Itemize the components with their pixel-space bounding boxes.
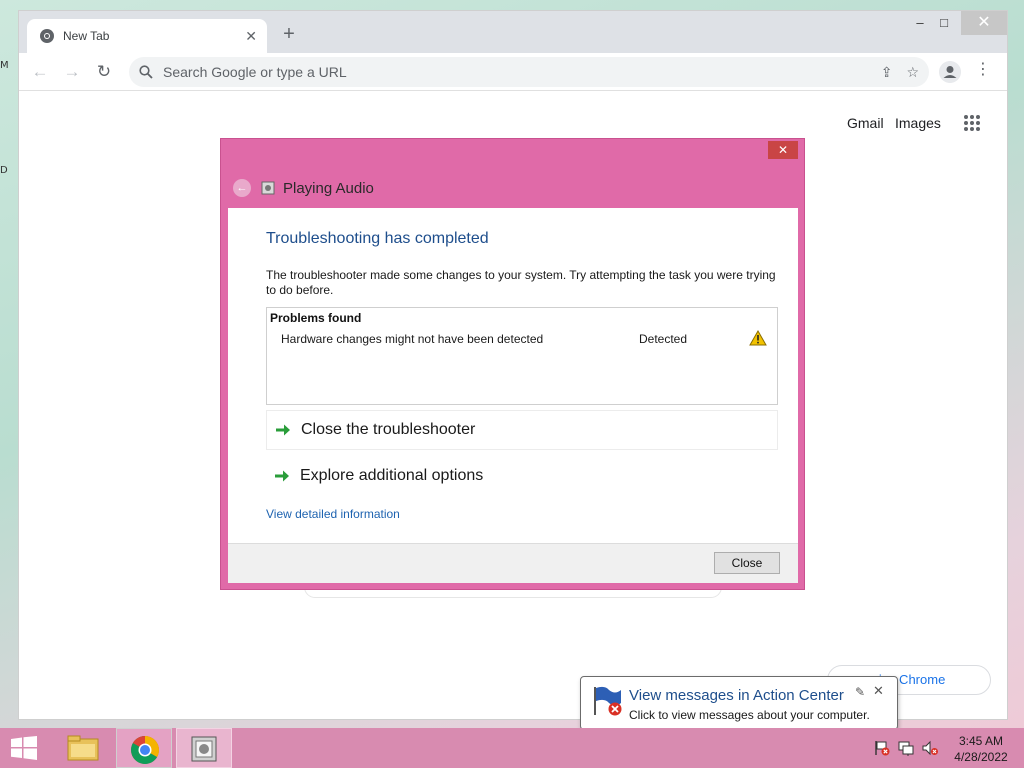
windows-start-icon[interactable] (10, 736, 38, 760)
bookmark-star-icon[interactable]: ☆ (906, 64, 919, 81)
troubleshooter-dialog: ✕ ← Playing Audio Troubleshooting has co… (220, 138, 805, 590)
tab-new-tab[interactable]: New Tab ✕ (27, 19, 267, 53)
option-label: Close the troubleshooter (301, 421, 476, 438)
explore-options-option[interactable]: Explore additional options (266, 456, 778, 496)
google-apps-icon[interactable] (963, 114, 981, 132)
volume-muted-icon[interactable] (922, 740, 938, 756)
action-center-tray-icon[interactable] (874, 740, 890, 756)
taskbar-troubleshooter[interactable] (176, 728, 232, 768)
result-description: The troubleshooter made some changes to … (266, 268, 776, 297)
share-icon[interactable]: ⇪ (881, 64, 893, 81)
maximize-button[interactable]: □ (927, 11, 961, 35)
tab-strip: New Tab ✕ + – □ ✕ (19, 11, 1007, 53)
option-label: Explore additional options (300, 467, 484, 484)
back-icon[interactable]: ← (27, 59, 53, 85)
notification-close-icon[interactable]: ✕ (873, 683, 884, 699)
dialog-header: ← Playing Audio (233, 179, 374, 197)
desktop-edge-glyph: M (0, 60, 9, 71)
folder-icon (67, 735, 99, 761)
clock-time: 3:45 AM (958, 734, 1004, 748)
window-close-button[interactable]: ✕ (961, 11, 1007, 35)
action-center-notification[interactable]: View messages in Action Center Click to … (580, 676, 898, 730)
omnibox[interactable]: ⇪ ☆ (129, 57, 929, 87)
desktop-edge-glyph: D (0, 165, 8, 176)
system-clock[interactable]: 3:45 AM 4/28/2022 (946, 733, 1016, 765)
browser-toolbar: ← → ↻ ⇪ ☆ ⋮ (19, 53, 1007, 91)
problem-name: Hardware changes might not have been det… (281, 332, 544, 346)
dialog-title: Playing Audio (283, 179, 374, 197)
back-arrow-icon[interactable]: ← (233, 179, 251, 197)
problem-status: Detected (639, 332, 688, 346)
dialog-footer: Close (228, 543, 798, 583)
chrome-icon (131, 736, 159, 764)
profile-avatar-icon[interactable] (939, 61, 961, 83)
dialog-close-icon[interactable]: ✕ (768, 141, 798, 159)
taskbar-chrome[interactable] (116, 728, 172, 768)
search-icon (139, 65, 153, 79)
taskbar-file-explorer[interactable] (54, 728, 110, 768)
problems-found-panel: Problems found Hardware changes might no… (266, 307, 778, 405)
clock-date: 4/28/2022 (954, 750, 1008, 764)
taskbar: 3:45 AM 4/28/2022 (0, 728, 1024, 768)
troubleshooter-app-icon (261, 181, 275, 195)
result-heading: Troubleshooting has completed (266, 230, 489, 247)
menu-kebab-icon[interactable]: ⋮ (975, 59, 991, 79)
dialog-body: Troubleshooting has completed The troubl… (228, 208, 798, 543)
problems-header: Problems found (270, 311, 362, 325)
green-arrow-icon (276, 424, 290, 436)
chrome-logo-icon (40, 29, 54, 43)
green-arrow-icon (275, 470, 289, 482)
new-tab-button[interactable]: + (277, 23, 301, 47)
address-input[interactable] (163, 64, 867, 80)
warning-icon (749, 330, 767, 346)
forward-icon[interactable]: → (59, 59, 85, 85)
notification-text: Click to view messages about your comput… (629, 708, 870, 722)
action-center-flag-icon (594, 686, 622, 716)
troubleshooter-icon (191, 736, 217, 762)
gmail-link[interactable]: Gmail (847, 115, 884, 131)
tab-close-icon[interactable]: ✕ (245, 28, 257, 45)
reload-icon[interactable]: ↻ (91, 59, 117, 85)
view-detailed-information-link[interactable]: View detailed information (266, 507, 400, 521)
notification-title[interactable]: View messages in Action Center (629, 687, 844, 704)
close-button[interactable]: Close (714, 552, 780, 574)
images-link[interactable]: Images (895, 115, 941, 131)
notification-options-icon[interactable]: ✎ (855, 685, 865, 699)
network-icon[interactable] (898, 740, 914, 756)
tab-title: New Tab (63, 29, 110, 43)
problem-row: Hardware changes might not have been det… (267, 330, 777, 348)
close-troubleshooter-option[interactable]: Close the troubleshooter (266, 410, 778, 450)
